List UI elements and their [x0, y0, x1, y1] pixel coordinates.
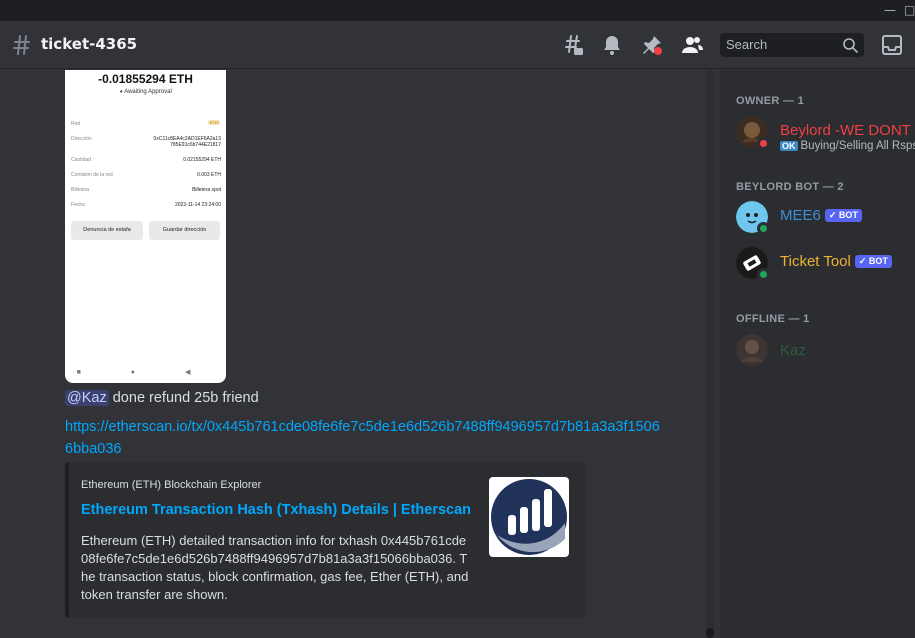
etherscan-link[interactable]: https://etherscan.io/tx/0x445b761cde08fe…	[65, 416, 665, 460]
channel-name: ticket-4365	[41, 35, 138, 53]
screenshot-amount: -0.01855294 ETH	[98, 72, 193, 86]
screenshot-save-address-button: Guardar dirección	[149, 221, 220, 240]
screenshot-scam-report-button: Denuncia de estafa	[71, 221, 143, 240]
search-box[interactable]: Search	[720, 33, 864, 57]
bell-icon[interactable]	[600, 33, 624, 57]
embed-provider: Ethereum (ETH) Blockchain Explorer	[81, 479, 262, 491]
threads-icon[interactable]	[561, 33, 585, 57]
channel-header: ticket-4365 Search	[0, 21, 915, 69]
member-name: Beylord -WE DONT	[780, 122, 911, 139]
screenshot-status: ◕ Awaiting Approval	[119, 89, 172, 95]
member-section-owner: OWNER — 1	[736, 95, 805, 107]
etherscan-logo-icon	[491, 479, 567, 555]
screenshot-row: Red	[71, 121, 81, 127]
threads-hash-icon	[13, 35, 30, 55]
member-kaz[interactable]: Kaz	[736, 334, 915, 370]
member-list: OWNER — 1 Beylord -WE DONT OK Buying/Sell…	[720, 70, 915, 638]
search-placeholder: Search	[726, 37, 768, 52]
ok-emoji-icon: OK	[780, 141, 798, 151]
chat-area: -0.01855294 ETH ◕ Awaiting Approval ETH …	[0, 70, 718, 638]
embed-title-link[interactable]: Ethereum Transaction Hash (Txhash) Detai…	[81, 502, 471, 518]
minimize-button[interactable]: —	[884, 3, 896, 17]
dnd-status-icon	[757, 137, 770, 150]
etherscan-logo-thumbnail[interactable]	[489, 477, 569, 557]
message-content: @Kaz done refund 25b friend	[65, 390, 259, 406]
member-section-offline: OFFLINE — 1	[736, 313, 810, 325]
user-mention[interactable]: @Kaz	[65, 390, 109, 406]
member-list-icon[interactable]	[680, 33, 704, 57]
chat-scrollbar-thumb[interactable]	[706, 628, 714, 638]
member-name: Kaz	[780, 342, 806, 359]
online-status-icon	[757, 222, 770, 235]
link-embed: Ethereum (ETH) Blockchain Explorer Ether…	[65, 462, 585, 618]
embed-description: Ethereum (ETH) detailed transaction info…	[81, 533, 469, 602]
bot-badge: ✓ BOT	[854, 255, 892, 268]
member-beylord[interactable]: Beylord -WE DONT OK Buying/Selling All Rs…	[736, 116, 915, 152]
bot-badge: ✓ BOT	[824, 209, 862, 222]
member-name: MEE6 ✓ BOT	[780, 207, 862, 224]
search-icon	[843, 38, 858, 53]
chat-scrollbar[interactable]	[706, 70, 714, 638]
online-status-icon	[757, 268, 770, 281]
screenshot-row: Dirección 0xC11c8EA4c2AD1EF6A2a13 785E91c…	[71, 136, 221, 148]
attached-screenshot-image[interactable]: -0.01855294 ETH ◕ Awaiting Approval ETH …	[65, 70, 226, 383]
member-name: Ticket Tool ✓ BOT	[780, 253, 892, 270]
screenshot-row: Cantidad 0.02155294 ETH	[71, 157, 221, 163]
screenshot-row: Billetera Billetera spot	[71, 187, 221, 193]
member-custom-status: OK Buying/Selling All Rsps	[780, 140, 915, 152]
window-titlebar: — □	[0, 0, 915, 21]
member-section-bots: BEYLORD BOT — 2	[736, 181, 844, 193]
avatar	[736, 334, 768, 366]
member-ticket-tool[interactable]: Ticket Tool ✓ BOT	[736, 247, 915, 283]
maximize-button[interactable]: □	[904, 3, 915, 17]
screenshot-navbar: ■ ● ◀	[76, 369, 215, 376]
message-text: done refund 25b friend	[108, 390, 259, 406]
member-mee6[interactable]: MEE6 ✓ BOT	[736, 201, 915, 237]
pin-icon[interactable]	[640, 33, 664, 57]
screenshot-row: Fecha 2023-11-14 23:24:00	[71, 202, 221, 208]
screenshot-row: Comisión de la red 0.003 ETH	[71, 172, 221, 178]
inbox-icon[interactable]	[880, 33, 904, 57]
